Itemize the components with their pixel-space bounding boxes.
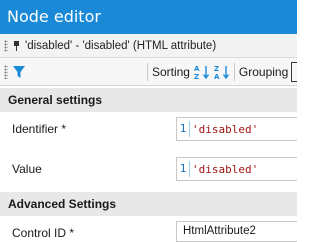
breadcrumb: 'disabled' - 'disabled' (HTML attribute) xyxy=(0,34,297,58)
control-id-label: Control ID * xyxy=(12,226,75,240)
window-title: Node editor xyxy=(0,0,297,34)
grouping-label: Grouping xyxy=(238,64,289,79)
advanced-settings-header[interactable]: Advanced Settings xyxy=(0,192,297,216)
svg-text:Z: Z xyxy=(194,73,199,80)
control-id-input[interactable]: HtmlAttribute2 xyxy=(176,221,297,242)
svg-text:A: A xyxy=(194,65,200,73)
value-label: Value xyxy=(12,162,42,176)
pin-icon[interactable] xyxy=(12,40,21,51)
identifier-code[interactable]: 'disabled' xyxy=(192,123,258,136)
svg-text:A: A xyxy=(214,73,220,80)
grouping-toggle-button[interactable] xyxy=(291,61,297,82)
value-editor[interactable]: 1 'disabled' xyxy=(176,157,297,181)
sorting-label: Sorting xyxy=(151,64,190,79)
breadcrumb-text: 'disabled' - 'disabled' (HTML attribute) xyxy=(25,39,217,52)
filter-search-input[interactable] xyxy=(30,63,143,81)
line-number: 1 xyxy=(179,122,187,135)
identifier-label: Identifier * xyxy=(12,122,67,136)
toolbar-separator xyxy=(147,62,148,81)
line-number: 1 xyxy=(179,162,187,175)
svg-text:Z: Z xyxy=(214,65,219,73)
value-code[interactable]: 'disabled' xyxy=(192,163,258,176)
toolbar-separator xyxy=(233,62,235,81)
general-settings-header[interactable]: General settings xyxy=(0,88,297,112)
toolbar-grip[interactable] xyxy=(4,64,8,79)
toolbar: Sorting A Z Z A Grouping xyxy=(0,58,297,86)
drag-grip[interactable] xyxy=(4,39,8,52)
gutter-divider xyxy=(189,121,190,137)
sort-ascending-icon[interactable]: A Z xyxy=(194,64,210,81)
sort-descending-icon[interactable]: Z A xyxy=(214,64,230,81)
identifier-editor[interactable]: 1 'disabled' xyxy=(176,117,297,141)
gutter-divider xyxy=(189,161,190,177)
filter-icon[interactable] xyxy=(12,65,26,79)
